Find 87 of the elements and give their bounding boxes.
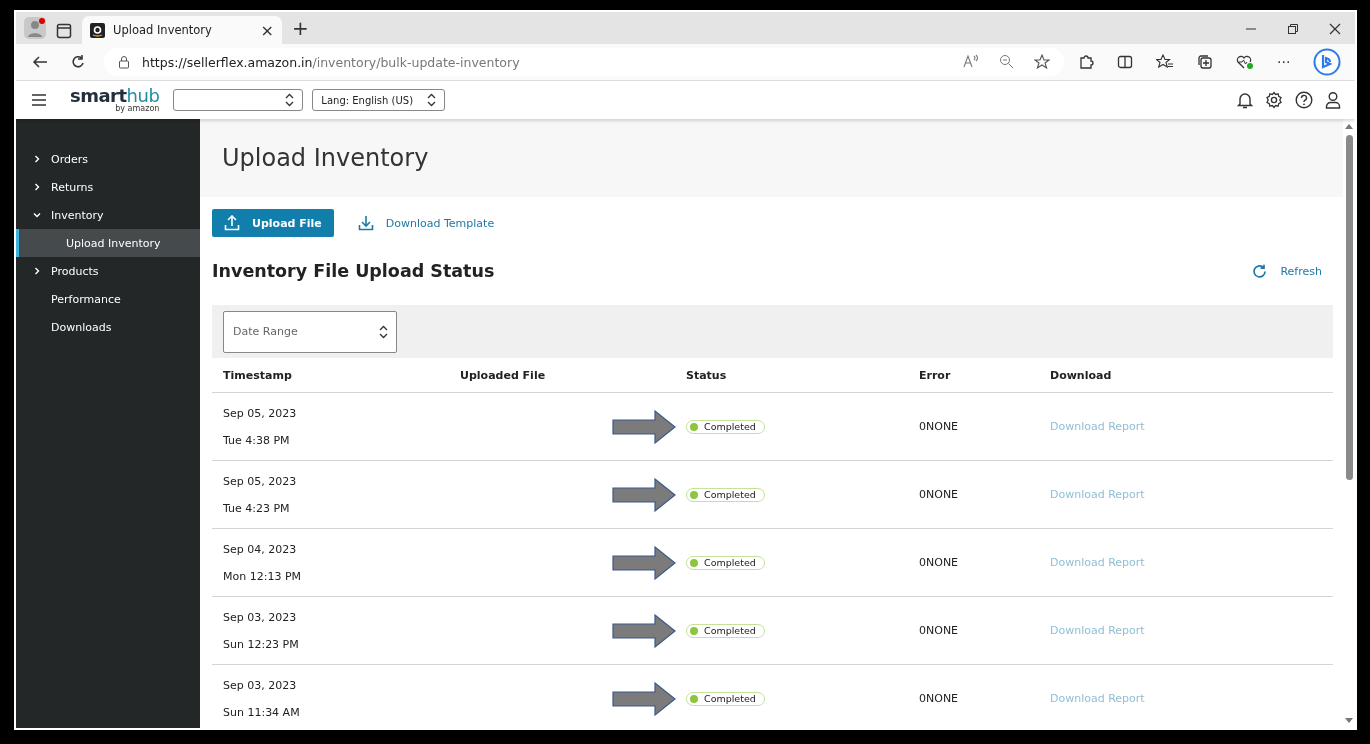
chevron-down-icon <box>33 211 41 219</box>
restore-icon[interactable] <box>1287 23 1299 35</box>
more-button[interactable]: ··· <box>1277 54 1291 70</box>
chevron-right-icon <box>33 155 41 163</box>
error-cell-text: 0NONE <box>919 692 960 705</box>
heart-pulse-icon[interactable] <box>1236 54 1254 70</box>
error-cell-text: 0NONE <box>919 420 960 433</box>
pointer-arrow-icon <box>612 545 676 580</box>
refresh-icon <box>1252 263 1268 279</box>
sidebar-item[interactable]: Performance <box>16 285 200 313</box>
section-title: Inventory File Upload Status <box>212 261 495 281</box>
site-favicon-icon <box>90 22 105 38</box>
error-cell-text: 0NONE <box>919 624 960 637</box>
menu-icon[interactable] <box>32 94 46 106</box>
date-cell-text: Sep 04, 2023 <box>223 542 298 556</box>
user-icon[interactable] <box>1325 91 1341 109</box>
sidebar-item[interactable]: Products <box>16 257 200 285</box>
status-dot-icon <box>690 626 698 635</box>
time-cell-text: Sun 12:23 PM <box>223 637 300 651</box>
upload-icon <box>224 215 240 231</box>
error-cell-text: 0NONE <box>919 556 960 569</box>
sidebar-item[interactable]: Inventory <box>16 201 200 229</box>
star-icon[interactable] <box>1034 54 1050 70</box>
pointer-arrow-icon <box>612 477 676 512</box>
pointer-arrow-icon <box>612 409 676 444</box>
date-range-select[interactable]: Date Range <box>223 310 397 353</box>
chat-logo-icon[interactable] <box>1313 48 1342 76</box>
status-dot-icon <box>690 490 698 499</box>
upload-file-button[interactable]: Upload File <box>212 209 334 237</box>
browser-tab[interactable]: Upload Inventory × <box>82 16 282 44</box>
page-title: Upload Inventory <box>222 144 429 172</box>
new-tab-button[interactable]: + <box>292 16 309 40</box>
settings-icon[interactable] <box>1265 91 1283 109</box>
sidebar-item[interactable]: Downloads <box>16 313 200 341</box>
date-cell-text: Sep 05, 2023 <box>223 406 298 420</box>
time-cell-text: Mon 12:13 PM <box>223 569 302 583</box>
close-tab-button[interactable]: × <box>260 20 274 40</box>
close-icon[interactable] <box>1329 23 1341 35</box>
column-header: Uploaded File <box>460 368 547 382</box>
chevron-updown-icon <box>427 93 437 107</box>
lock-icon <box>118 55 130 69</box>
zoom-out-icon[interactable] <box>999 54 1014 69</box>
tab-title: Upload Inventory <box>113 23 213 37</box>
time-cell-text: Tue 4:38 PM <box>223 433 291 447</box>
scrollbar-thumb[interactable] <box>1345 135 1353 480</box>
status-dot-icon <box>690 694 698 703</box>
reload-icon[interactable] <box>70 54 86 70</box>
refresh-link[interactable]: Refresh <box>1252 263 1322 279</box>
sidebar-item[interactable]: Returns <box>16 173 200 201</box>
time-cell-text: Tue 4:23 PM <box>223 501 291 515</box>
store-select[interactable] <box>173 89 304 111</box>
download-template-link[interactable]: Download Template <box>357 215 495 231</box>
date-cell-text: Sep 03, 2023 <box>223 610 298 624</box>
column-header: Download <box>1050 368 1113 382</box>
favorites-icon[interactable] <box>1156 54 1174 70</box>
sidebar-subitem[interactable]: Upload Inventory <box>16 229 200 257</box>
extensions-icon[interactable] <box>1078 54 1094 70</box>
time-cell-text: Sun 11:34 AM <box>223 705 301 719</box>
chevron-updown-icon <box>379 324 388 339</box>
split-screen-icon[interactable] <box>1117 54 1133 70</box>
read-aloud-icon[interactable] <box>963 54 979 68</box>
pointer-arrow-icon <box>612 681 676 716</box>
language-select[interactable]: Lang: English (US) <box>312 89 446 111</box>
column-header: Timestamp <box>223 368 293 382</box>
address-field[interactable]: https://sellerflex.amazon.in/inventory/bulk-update-inventory <box>104 48 1064 76</box>
status-dot-icon <box>690 422 698 431</box>
download-icon <box>357 215 374 231</box>
sidebar-item[interactable]: Orders <box>16 145 200 173</box>
chevron-updown-icon <box>285 93 295 107</box>
error-cell-text: 0NONE <box>919 488 960 501</box>
profile-icon[interactable] <box>24 17 46 39</box>
column-header: Status <box>686 368 728 382</box>
bell-icon[interactable] <box>1237 91 1253 109</box>
status-dot-icon <box>690 558 698 567</box>
pointer-arrow-icon <box>612 613 676 648</box>
date-cell-text: Sep 05, 2023 <box>223 474 298 488</box>
collections-icon[interactable] <box>1197 54 1213 70</box>
tab-panel-icon[interactable] <box>56 23 72 39</box>
logo: smarthub by amazon <box>70 87 160 113</box>
date-cell-text: Sep 03, 2023 <box>223 678 298 692</box>
chevron-right-icon <box>33 267 41 275</box>
scroll-up-icon[interactable] <box>1345 123 1353 129</box>
back-icon[interactable] <box>32 54 48 70</box>
help-icon[interactable] <box>1295 91 1313 109</box>
scroll-down-icon[interactable] <box>1345 718 1353 724</box>
column-header: Error <box>919 368 952 382</box>
chevron-right-icon <box>33 183 41 191</box>
